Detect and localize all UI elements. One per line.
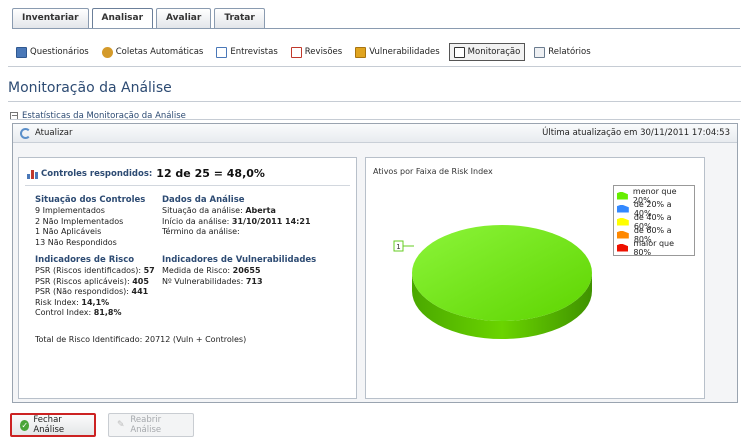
group-title: Indicadores de Vulnerabilidades xyxy=(162,255,317,265)
controls-label: Controles respondidos: xyxy=(41,168,153,179)
analysis-data-group: Dados da Análise Situação da análise: Ab… xyxy=(162,195,311,238)
stat-line: 1 Não Aplicáveis xyxy=(35,227,102,236)
pie-slice-0 xyxy=(412,225,592,321)
reopen-analysis-button: ✎ Reabrir Análise xyxy=(108,413,194,437)
stats-panel: Atualizar Última atualização em 30/11/20… xyxy=(12,123,738,403)
legend-swatch xyxy=(617,243,629,252)
refresh-label: Atualizar xyxy=(35,128,73,138)
chart-legend: menor que 20% de 20% a 40% de 40% a 60% … xyxy=(613,185,695,257)
tab-divider xyxy=(12,28,740,29)
tab-tratar[interactable]: Tratar xyxy=(214,8,265,28)
stat-line: PSR (Riscos identificados): 57 xyxy=(35,266,155,275)
legend-swatch xyxy=(617,217,629,226)
legend-swatch xyxy=(617,204,629,213)
chart-title: Ativos por Faixa de Risk Index xyxy=(373,167,493,176)
pie-chart: 1 xyxy=(393,225,592,339)
report-icon xyxy=(534,46,546,58)
divider xyxy=(25,185,350,186)
subnav-label: Vulnerabilidades xyxy=(369,47,440,57)
monitoring-icon xyxy=(453,46,465,58)
section-divider xyxy=(10,119,740,120)
subnav-label: Revisões xyxy=(304,47,343,57)
main-tabs: Inventariar Analisar Avaliar Tratar xyxy=(12,8,268,29)
refresh-icon xyxy=(20,127,31,139)
questionnaire-icon xyxy=(16,46,27,58)
legend-swatch xyxy=(617,230,629,239)
controls-value: 12 de 25 = 48,0% xyxy=(156,167,265,180)
statistics-box: Controles respondidos: 12 de 25 = 48,0% … xyxy=(18,157,357,399)
stat-line: Medida de Risco: 20655 xyxy=(162,266,261,275)
vulnerability-icon xyxy=(355,46,367,58)
subnav-label: Entrevistas xyxy=(230,47,278,57)
interview-icon xyxy=(216,46,228,58)
reopen-icon: ✎ xyxy=(117,419,125,430)
subnav-label: Questionários xyxy=(30,47,89,57)
refresh-button[interactable]: Atualizar xyxy=(20,127,73,139)
check-icon: ✓ xyxy=(20,419,30,431)
tab-inventariar[interactable]: Inventariar xyxy=(12,8,89,28)
page-title: Monitoração da Análise xyxy=(8,80,172,96)
stat-line: 13 Não Respondidos xyxy=(35,237,117,247)
tab-avaliar[interactable]: Avaliar xyxy=(156,8,212,28)
title-divider xyxy=(8,101,741,102)
subnav-entrevistas[interactable]: Entrevistas xyxy=(212,43,281,61)
close-analysis-button[interactable]: ✓ Fechar Análise xyxy=(10,413,96,437)
controls-summary: Controles respondidos: 12 de 25 = 48,0% xyxy=(27,167,265,180)
stat-line: Nº Vulnerabilidades: 713 xyxy=(162,276,263,286)
legend-swatch xyxy=(617,191,628,200)
stat-line: PSR (Riscos aplicáveis): 405 xyxy=(35,276,149,286)
group-title: Indicadores de Risco xyxy=(35,255,135,265)
last-update-text: Última atualização em 30/11/2011 17:04:5… xyxy=(542,128,730,138)
subnav-monitoracao[interactable]: Monitoração xyxy=(448,43,526,61)
sub-navigation: Questionários Coletas Automáticas Entrev… xyxy=(12,40,600,64)
subnav-label: Monitoração xyxy=(467,47,521,57)
automatic-collection-icon xyxy=(101,46,113,58)
stat-line: Control Index: 81,8% xyxy=(35,308,122,317)
controls-situation-group: Situação dos Controles 9 Implementados 2… xyxy=(35,195,145,248)
reopen-analysis-label: Reabrir Análise xyxy=(130,415,162,435)
subnav-relatorios[interactable]: Relatórios xyxy=(530,43,594,61)
group-title: Situação dos Controles xyxy=(35,195,146,205)
total-risk-text: Total de Risco Identificado: 20712 (Vuln… xyxy=(35,335,247,344)
slice-label-box: 1 xyxy=(393,240,414,252)
stat-line: Situação da análise: Aberta xyxy=(162,206,276,215)
bar-chart-icon xyxy=(27,169,38,179)
group-title: Dados da Análise xyxy=(162,195,245,205)
subnav-label: Relatórios xyxy=(548,47,591,57)
review-icon xyxy=(290,46,302,58)
subnav-label: Coletas Automáticas xyxy=(115,47,204,57)
stat-line: Início da análise: 31/10/2011 14:21 xyxy=(162,216,311,226)
stat-line: 2 Não Implementados xyxy=(35,216,124,226)
stat-line: Término da análise: xyxy=(162,227,240,236)
subnav-questionarios[interactable]: Questionários xyxy=(12,43,93,61)
chart-box: Ativos por Faixa de Risk Index 1 menor q… xyxy=(365,157,705,399)
subnav-divider xyxy=(8,66,741,67)
stat-line: PSR (Não respondidos): 441 xyxy=(35,287,149,296)
slice-label: 1 xyxy=(396,243,400,251)
panel-header: Atualizar Última atualização em 30/11/20… xyxy=(13,124,737,143)
subnav-coletas-automaticas[interactable]: Coletas Automáticas xyxy=(98,43,208,61)
stat-line: 9 Implementados xyxy=(35,206,105,215)
close-analysis-label: Fechar Análise xyxy=(33,415,65,435)
stat-line: Risk Index: 14,1% xyxy=(35,297,110,307)
legend-item: maior que 80% xyxy=(617,239,691,257)
subnav-revisoes[interactable]: Revisões xyxy=(287,43,346,61)
risk-indicators-group: Indicadores de Risco PSR (Riscos identif… xyxy=(35,255,155,319)
subnav-vulnerabilidades[interactable]: Vulnerabilidades xyxy=(351,43,443,61)
tab-analisar[interactable]: Analisar xyxy=(91,8,154,29)
vulnerability-indicators-group: Indicadores de Vulnerabilidades Medida d… xyxy=(162,255,316,287)
